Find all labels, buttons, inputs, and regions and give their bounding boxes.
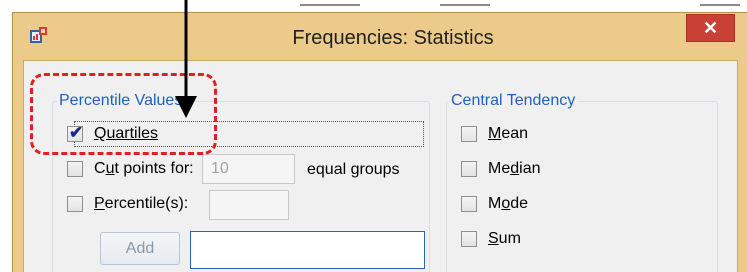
median-checkbox[interactable] — [461, 161, 477, 177]
title-bar[interactable]: Frequencies: Statistics ✕ — [13, 13, 747, 60]
cut-points-label[interactable]: Cut points for: — [94, 160, 194, 178]
background-window-strip — [0, 0, 747, 12]
annotation-arrow-icon — [175, 0, 197, 118]
mode-mnemonic: o — [501, 195, 511, 212]
median-checkbox-row[interactable]: Median — [461, 158, 581, 182]
mean-text: ean — [501, 125, 529, 142]
central-tendency-legend: Central Tendency — [449, 92, 578, 110]
median-text: ian — [519, 160, 541, 177]
sum-checkbox-row[interactable]: Sum — [461, 228, 581, 252]
mean-label[interactable]: Mean — [488, 125, 528, 143]
spss-app-icon — [30, 27, 47, 43]
mean-checkbox[interactable] — [461, 126, 477, 142]
percentiles-text-suffix: ercentile(s): — [104, 195, 189, 212]
cut-points-input[interactable]: 10 — [202, 154, 295, 184]
cut-points-checkbox[interactable] — [67, 161, 83, 177]
mean-checkbox-row[interactable]: Mean — [461, 123, 581, 147]
mode-text: de — [510, 195, 529, 212]
close-button[interactable]: ✕ — [686, 14, 735, 42]
mode-checkbox-row[interactable]: Mode — [461, 193, 581, 217]
equal-groups-label: equal groups — [307, 161, 400, 178]
percentiles-checkbox[interactable] — [67, 196, 83, 212]
background-text-fragment — [440, 4, 490, 6]
percentiles-mnemonic: P — [94, 195, 105, 212]
median-text-prefix: Me — [488, 160, 511, 177]
close-icon: ✕ — [702, 18, 719, 38]
mean-mnemonic: M — [488, 125, 502, 142]
add-button[interactable]: Add — [100, 232, 180, 265]
window-title: Frequencies: Statistics — [292, 27, 494, 49]
median-mnemonic: d — [510, 160, 520, 177]
cut-points-text-suffix: t points for: — [114, 160, 194, 177]
background-text-fragment — [700, 4, 740, 6]
median-label[interactable]: Median — [488, 160, 541, 178]
mode-text-prefix: M — [488, 195, 502, 212]
cut-points-text-prefix: C — [94, 160, 106, 177]
sum-mnemonic: S — [488, 230, 499, 247]
sum-label[interactable]: Sum — [488, 230, 521, 248]
central-tendency-group: Central Tendency Mean Median Mode Sum — [446, 92, 718, 272]
percentile-list[interactable] — [190, 231, 425, 269]
background-text-fragment — [300, 4, 360, 6]
mode-checkbox[interactable] — [461, 196, 477, 212]
percentile-input[interactable] — [209, 190, 289, 220]
sum-text: um — [498, 230, 521, 247]
cut-points-value: 10 — [211, 160, 229, 177]
mode-label[interactable]: Mode — [488, 195, 528, 213]
percentiles-label[interactable]: Percentile(s): — [94, 195, 188, 213]
sum-checkbox[interactable] — [461, 231, 477, 247]
screenshot-stage: Frequencies: Statistics ✕ Percentile Val… — [0, 0, 747, 272]
